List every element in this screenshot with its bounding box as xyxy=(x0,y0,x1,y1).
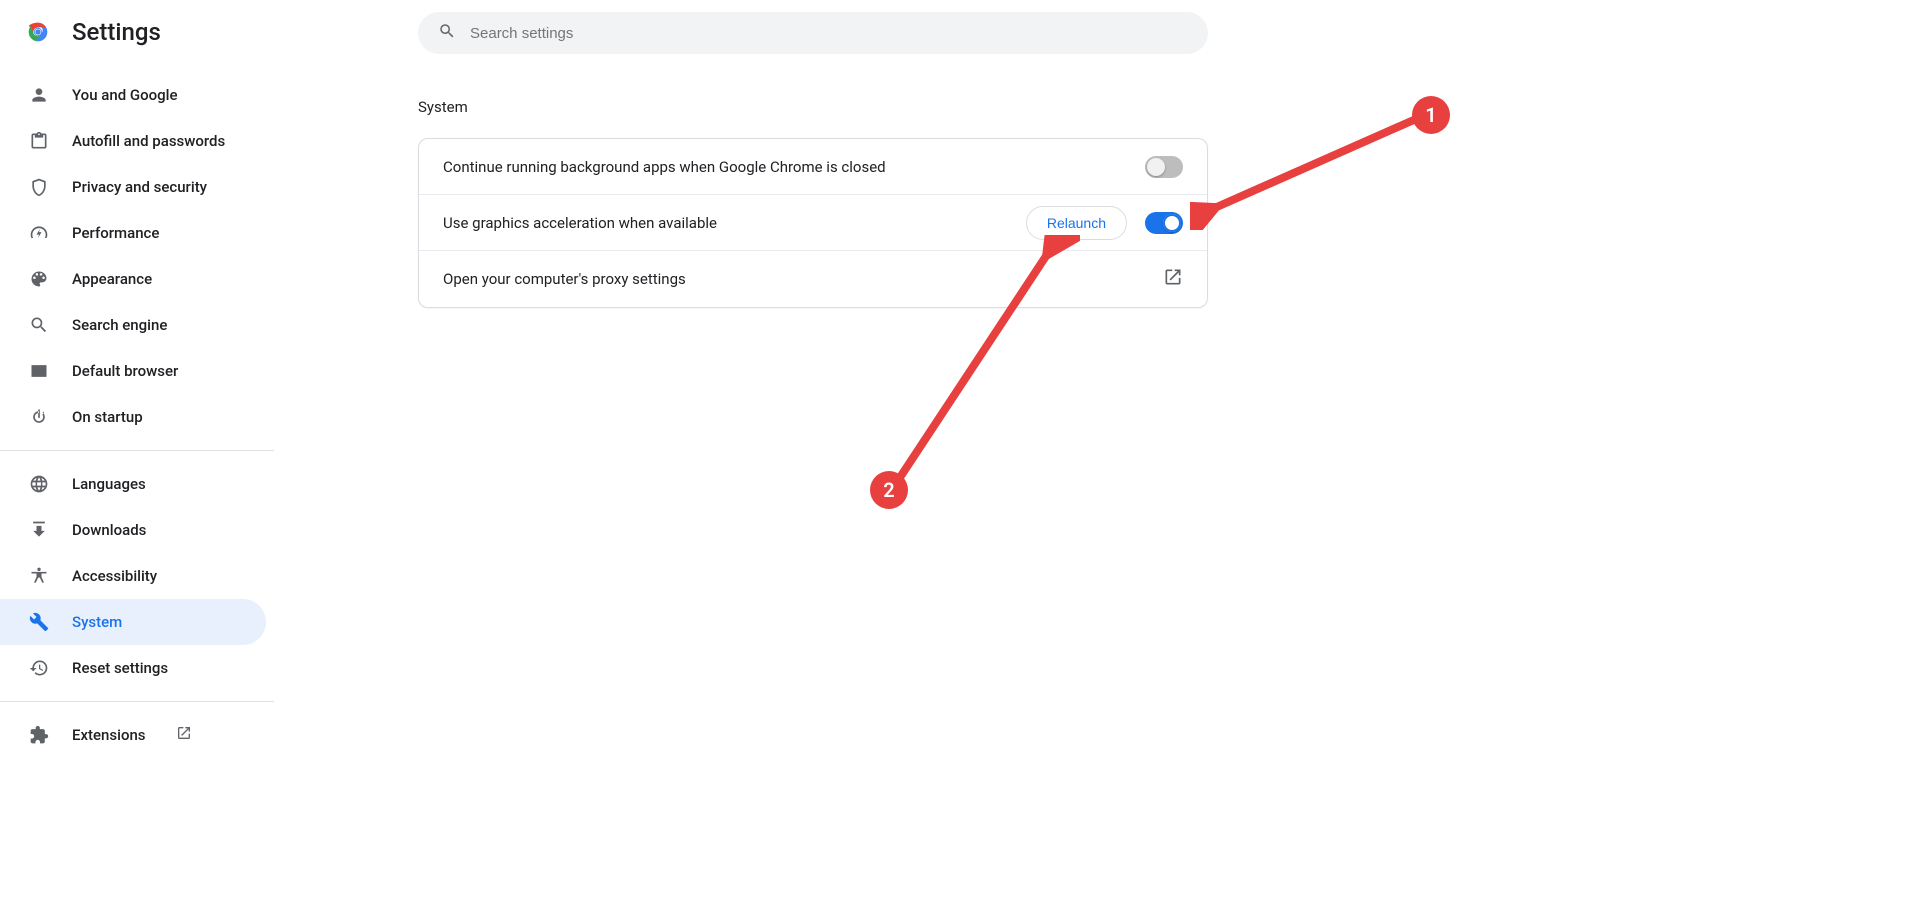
row-label: Continue running background apps when Go… xyxy=(443,158,886,176)
search-bar[interactable] xyxy=(418,12,1208,54)
sidebar-item-on-startup[interactable]: On startup xyxy=(0,394,266,440)
annotation-badge-2: 2 xyxy=(870,471,908,509)
sidebar-item-extensions[interactable]: Extensions xyxy=(0,712,266,758)
divider xyxy=(0,701,274,702)
sidebar-item-you-and-google[interactable]: You and Google xyxy=(0,72,266,118)
sidebar-item-accessibility[interactable]: Accessibility xyxy=(0,553,266,599)
external-link-icon xyxy=(1163,267,1183,291)
sidebar-item-reset[interactable]: Reset settings xyxy=(0,645,266,691)
annotation-badge-1: 1 xyxy=(1412,96,1450,134)
row-background-apps[interactable]: Continue running background apps when Go… xyxy=(419,139,1207,195)
nav-label: Extensions xyxy=(72,726,146,744)
sidebar-item-languages[interactable]: Languages xyxy=(0,461,266,507)
sidebar: You and Google Autofill and passwords Pr… xyxy=(0,72,282,915)
nav-label: Accessibility xyxy=(72,567,157,585)
nav-label: Languages xyxy=(72,475,146,493)
globe-icon xyxy=(28,473,50,495)
magnify-icon xyxy=(28,314,50,336)
nav-label: Performance xyxy=(72,224,159,242)
nav-label: Downloads xyxy=(72,521,146,539)
toggle-background-apps[interactable] xyxy=(1145,156,1183,178)
row-label: Use graphics acceleration when available xyxy=(443,214,717,232)
wrench-icon xyxy=(28,611,50,633)
browser-icon xyxy=(28,360,50,382)
sidebar-item-default-browser[interactable]: Default browser xyxy=(0,348,266,394)
external-link-icon xyxy=(176,725,192,745)
relaunch-button[interactable]: Relaunch xyxy=(1026,206,1127,240)
nav-label: Autofill and passwords xyxy=(72,132,225,150)
search-input[interactable] xyxy=(470,25,1188,42)
page-title: Settings xyxy=(72,18,161,46)
nav-label: Reset settings xyxy=(72,659,168,677)
accessibility-icon xyxy=(28,565,50,587)
sidebar-item-appearance[interactable]: Appearance xyxy=(0,256,266,302)
sidebar-item-performance[interactable]: Performance xyxy=(0,210,266,256)
section-title: System xyxy=(418,98,1208,116)
nav-label: Search engine xyxy=(72,316,167,334)
power-icon xyxy=(28,406,50,428)
divider xyxy=(0,450,274,451)
settings-card: Continue running background apps when Go… xyxy=(418,138,1208,308)
nav-label: Default browser xyxy=(72,362,178,380)
row-graphics-acceleration[interactable]: Use graphics acceleration when available… xyxy=(419,195,1207,251)
person-icon xyxy=(28,84,50,106)
history-icon xyxy=(28,657,50,679)
row-proxy-settings[interactable]: Open your computer's proxy settings xyxy=(419,251,1207,307)
puzzle-icon xyxy=(28,724,50,746)
chrome-logo-icon xyxy=(24,18,52,46)
search-icon xyxy=(438,22,456,44)
nav-label: You and Google xyxy=(72,86,177,104)
download-icon xyxy=(28,519,50,541)
header: Settings xyxy=(24,18,161,46)
shield-icon xyxy=(28,176,50,198)
nav-label: On startup xyxy=(72,408,143,426)
sidebar-item-autofill[interactable]: Autofill and passwords xyxy=(0,118,266,164)
speedometer-icon xyxy=(28,222,50,244)
sidebar-item-downloads[interactable]: Downloads xyxy=(0,507,266,553)
sidebar-item-privacy[interactable]: Privacy and security xyxy=(0,164,266,210)
sidebar-item-search-engine[interactable]: Search engine xyxy=(0,302,266,348)
palette-icon xyxy=(28,268,50,290)
toggle-graphics-acceleration[interactable] xyxy=(1145,212,1183,234)
nav-label: Privacy and security xyxy=(72,178,207,196)
sidebar-item-system[interactable]: System xyxy=(0,599,266,645)
nav-label: System xyxy=(72,613,122,631)
clipboard-icon xyxy=(28,130,50,152)
main-content: System Continue running background apps … xyxy=(418,98,1208,308)
row-label: Open your computer's proxy settings xyxy=(443,270,686,288)
nav-label: Appearance xyxy=(72,270,152,288)
annotation-arrow-1 xyxy=(1190,100,1450,230)
